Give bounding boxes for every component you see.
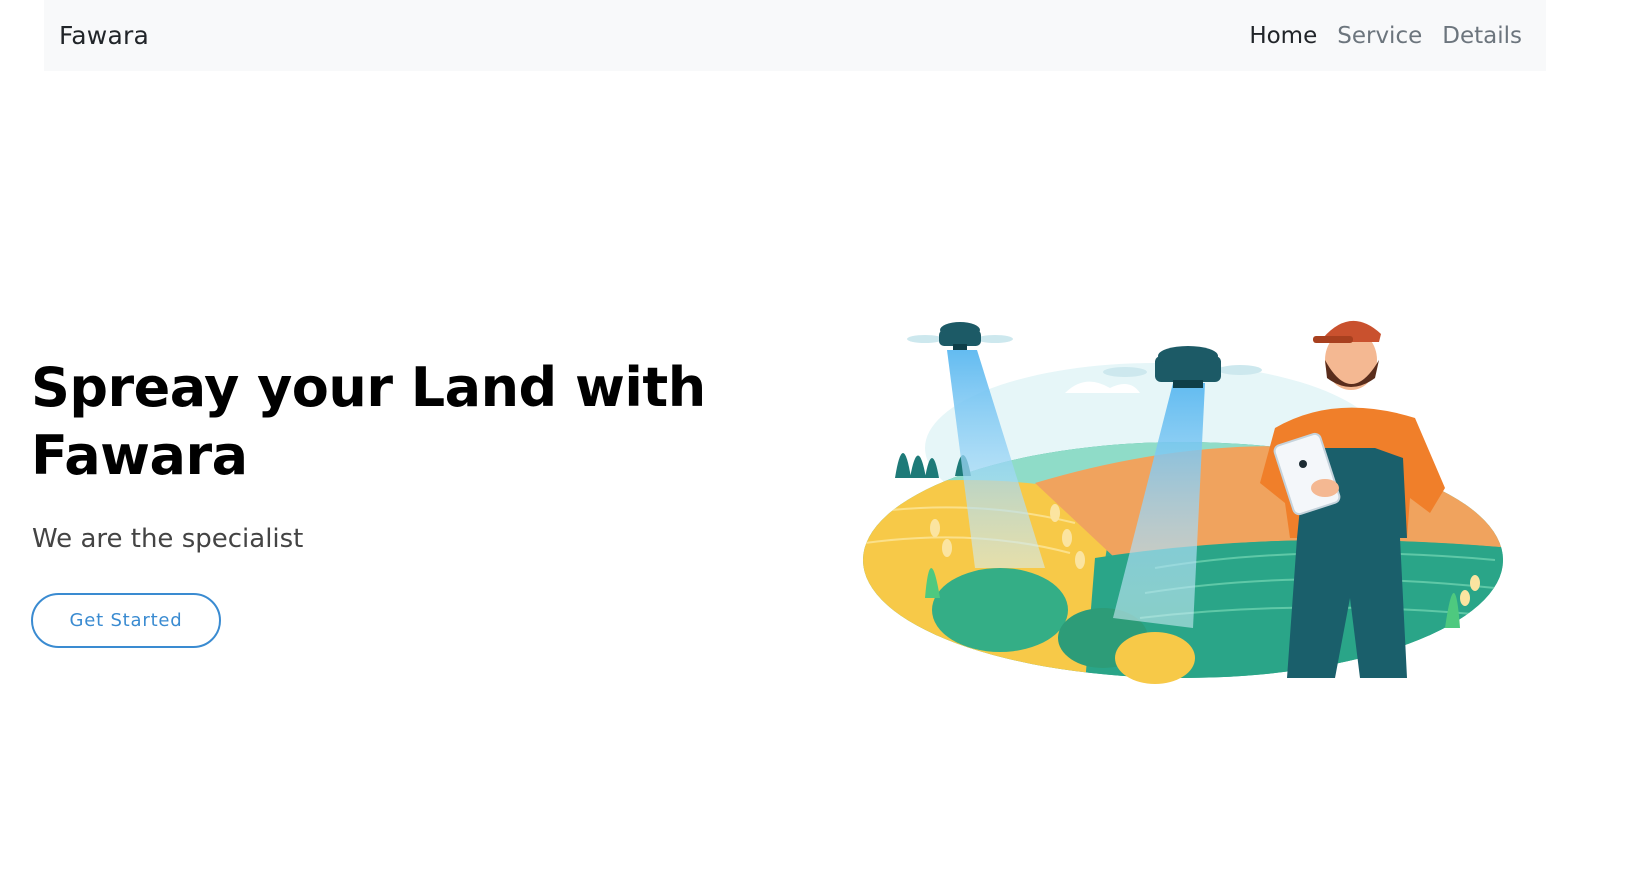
hero-title: Spreay your Land with Fawara	[31, 356, 706, 487]
brand-logo-link[interactable]: Fawara	[59, 21, 149, 50]
landing-page: Fawara Home Service Details Spreay your …	[0, 0, 1639, 872]
tablet-dot	[1299, 460, 1307, 468]
farmer-cap-brim	[1313, 336, 1353, 343]
hero-subtitle: We are the specialist	[32, 524, 304, 554]
nav-link-details[interactable]: Details	[1432, 23, 1522, 49]
get-started-button[interactable]: Get Started	[31, 593, 221, 648]
yellow-bush	[1115, 632, 1195, 684]
nav-link-home[interactable]: Home	[1239, 23, 1327, 49]
drone-left	[907, 322, 1013, 350]
hero-section: Spreay your Land with Fawara We are the …	[31, 354, 731, 648]
farmer-drone-illustration	[863, 320, 1503, 684]
nav-link-service[interactable]: Service	[1327, 23, 1432, 49]
nav-links: Home Service Details	[1239, 23, 1522, 49]
farmer-hand	[1311, 479, 1339, 497]
bush-shape	[932, 568, 1068, 652]
top-navbar: Fawara Home Service Details	[44, 0, 1546, 71]
